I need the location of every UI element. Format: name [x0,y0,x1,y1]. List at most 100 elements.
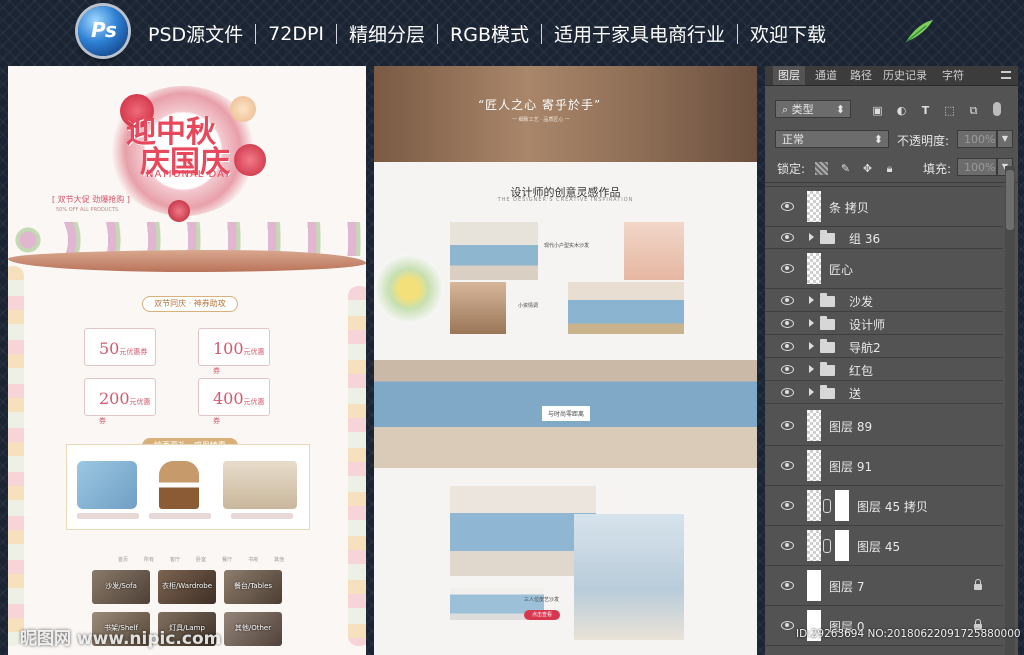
expand-arrow-icon[interactable] [809,365,814,373]
blend-mode-select[interactable]: 正常 ⬍ [775,130,889,148]
layer-row[interactable]: 图层 89 [765,406,1003,446]
gift-label [231,513,293,519]
lock-brush-icon[interactable]: ✎ [839,162,852,175]
nav-item[interactable]: 书房 [248,556,258,563]
category-tile[interactable]: 沙发/Sofa [92,570,150,604]
visibility-eye-icon[interactable] [779,201,795,211]
expand-arrow-icon[interactable] [809,233,814,241]
flowers-photo[interactable] [374,254,444,324]
layer-thumbnail [807,410,821,441]
adjustment-filter-icon[interactable]: ◐ [895,104,908,117]
visibility-eye-icon[interactable] [779,364,795,374]
visibility-eye-icon[interactable] [779,387,795,397]
shape-filter-icon[interactable]: ⬚ [943,104,956,117]
mask-link-icon[interactable] [823,499,831,513]
visibility-eye-icon[interactable] [779,500,795,510]
banner-quote: “匠人之心 寄乎於手” [478,98,602,112]
woman-photo[interactable] [624,222,684,280]
visibility-eye-icon[interactable] [779,460,795,470]
living-room-image[interactable] [450,222,538,280]
expand-arrow-icon[interactable] [809,388,814,396]
nav-item[interactable]: 餐厅 [222,556,232,563]
tab-paths[interactable]: 路径 [845,66,877,85]
layer-row[interactable]: 图层 0 [765,606,1003,646]
nav-item[interactable]: 其他 [274,556,284,563]
mask-link-icon[interactable] [823,539,831,553]
lock-icon[interactable] [974,579,982,590]
lock-transparent-icon[interactable] [815,162,828,175]
visibility-eye-icon[interactable] [779,232,795,242]
coupon-card[interactable]: 400元优惠券 [198,378,270,425]
coupon-card[interactable]: 50元优惠券 [84,328,156,366]
smart-object-filter-icon[interactable]: ⧉ [967,104,980,117]
tab-character[interactable]: 字符 [937,66,969,85]
chevron-down-icon[interactable]: ▼ [997,130,1013,148]
category-tile[interactable]: 衣柜/Wardrobe [158,570,216,604]
coupon-card[interactable]: 100元优惠券 [198,328,270,375]
product-tag[interactable]: 与时尚零距离 [542,406,591,421]
nav-item[interactable]: 客厅 [170,556,180,563]
divider [437,23,439,44]
layer-filter-select[interactable]: ⌕ 类型 ⬍ [775,100,851,118]
visibility-eye-icon[interactable] [779,580,795,590]
layer-group-row[interactable]: 组 36 [765,226,1003,249]
visibility-eye-icon[interactable] [779,318,795,328]
panel-menu-icon[interactable] [1001,71,1011,79]
lock-all-icon[interactable]: 🔒︎ [883,162,896,175]
banner-quote-sub: 一 细致工艺 · 品质匠心 一 [512,117,570,123]
filter-toggle[interactable] [993,102,1001,116]
promo-subtext: 50% OFF ALL PRODUCTS [56,207,119,213]
type-filter-icon[interactable]: T [919,104,932,117]
category-tile[interactable]: 其他/Other [224,612,282,646]
violin-model-photo[interactable] [574,514,684,640]
nav-item[interactable]: 卧室 [196,556,206,563]
lamp-image[interactable] [159,461,199,509]
coupon-amount: 100元优惠券 [213,339,269,377]
layer-row[interactable]: 条 拷贝 [765,186,1003,227]
visibility-eye-icon[interactable] [779,295,795,305]
category-tile[interactable]: 餐台/Tables [224,570,282,604]
tab-history[interactable]: 历史记录 [878,66,932,85]
layer-row[interactable]: 图层 45 [765,526,1003,566]
folder-icon [820,362,835,376]
layer-group-row[interactable]: 送 [765,381,1003,404]
tab-layers[interactable]: 图层 [773,66,805,85]
visibility-eye-icon[interactable] [779,620,795,630]
expand-arrow-icon[interactable] [809,319,814,327]
opacity-label: 不透明度: [897,134,950,148]
sofa-detail-image[interactable] [568,282,684,334]
layer-group-row[interactable]: 导航2 [765,335,1003,358]
view-button[interactable]: 点击查看 [524,610,560,620]
layer-row[interactable]: 图层 7 [765,566,1003,606]
lock-label: 锁定: [777,162,806,176]
layer-row[interactable]: 匠心 [765,249,1003,289]
fill-input[interactable]: 100% [957,158,997,176]
visibility-eye-icon[interactable] [779,341,795,351]
image-filter-icon[interactable]: ▣ [871,104,884,117]
pillow-image[interactable] [77,461,137,509]
layer-group-row[interactable]: 红包 [765,358,1003,381]
visibility-eye-icon[interactable] [779,420,795,430]
layer-row[interactable]: 图层 91 [765,446,1003,486]
visibility-eye-icon[interactable] [779,540,795,550]
expand-arrow-icon[interactable] [809,296,814,304]
layer-row[interactable]: 图层 45 拷贝 [765,486,1003,526]
layers-scrollbar[interactable] [1005,166,1015,655]
coupon-card[interactable]: 200元优惠券 [84,378,156,425]
layer-group-row[interactable]: 设计师 [765,312,1003,335]
expand-arrow-icon[interactable] [809,342,814,350]
layer-name: 图层 45 [857,540,901,554]
lock-move-icon[interactable]: ✥ [861,162,874,175]
nav-item[interactable]: 首页 [118,556,128,563]
bedding-image[interactable] [223,461,297,509]
visibility-eye-icon[interactable] [779,263,795,273]
layer-name: 导航2 [849,341,881,355]
reader-photo[interactable] [450,282,506,334]
opacity-input[interactable]: 100% [957,130,997,148]
layer-group-row[interactable]: 沙发 [765,289,1003,312]
ribbon-decoration [8,250,366,272]
banner-item: RGB模式 [450,24,530,46]
scrollbar-thumb[interactable] [1006,170,1014,230]
tab-channels[interactable]: 通道 [810,66,842,85]
nav-item[interactable]: 所有 [144,556,154,563]
